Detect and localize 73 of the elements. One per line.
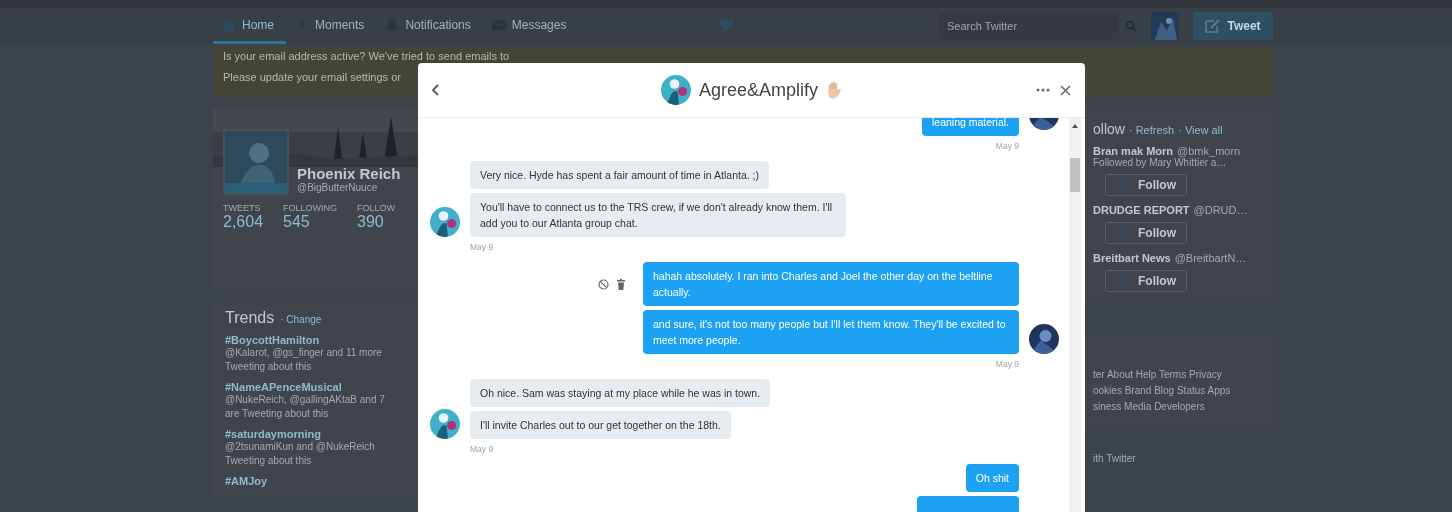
hand-icon — [826, 81, 843, 99]
scroll-up-icon — [1072, 124, 1078, 128]
account-name[interactable]: DRUDGE REPORT — [1093, 204, 1190, 216]
banner-text: Is your email address active? We've tried to send emails to — [223, 49, 510, 64]
stat-value[interactable]: 390 — [357, 213, 396, 231]
message-date: May 9 — [469, 444, 495, 454]
person-plus-icon — [1116, 179, 1132, 191]
close-icon[interactable] — [1060, 84, 1071, 96]
account-name[interactable]: Breitbart News — [1093, 252, 1171, 264]
profile-handle[interactable]: @BigButterNuuce — [297, 182, 401, 193]
stat-value[interactable]: 2,604 — [223, 213, 264, 231]
account-name[interactable]: Bran mak Morn — [1093, 145, 1174, 157]
trend-hashtag[interactable]: #saturdaymorning — [225, 428, 406, 440]
message-bubble: I'll invite Charles out to our get together on the 18th. — [470, 411, 731, 439]
trend-hashtag[interactable]: #AMJoy — [225, 475, 406, 487]
follow-button[interactable]: Follow — [1105, 270, 1187, 292]
who-to-follow-title: ollow — [1093, 121, 1125, 137]
message-bubble: hahah absolutely. I ran into Charles and Joel the other day on the beltline actually. — [643, 262, 1019, 306]
nav-tab[interactable]: Messages — [482, 8, 579, 44]
trend-context: are Tweeting about this — [225, 407, 330, 421]
message-bubble: leaning material. — [921, 118, 1019, 136]
footer-links[interactable]: ookies Brand Blog Status Apps — [1093, 383, 1263, 399]
banner-text: Please update your email settings or — [223, 70, 401, 85]
change-link[interactable]: · Change — [280, 314, 322, 325]
scrollbar[interactable] — [1069, 118, 1081, 512]
trend-hashtag[interactable]: #BoycottHamilton — [225, 334, 406, 346]
message-bubble: Oh shit — [965, 464, 1019, 492]
trend-context: @Kalarot, @gs_finger and 11 more — [225, 346, 383, 360]
footer-links[interactable]: siness Media Developers — [1093, 399, 1263, 415]
trend-context: @NukeReich, @gallingAKtaB and 7 — [225, 393, 386, 407]
account-handle: @BreitbartN… — [1174, 252, 1247, 264]
profile-name[interactable]: Phoenix Reich — [297, 165, 401, 182]
scrollbar-thumb[interactable] — [1070, 158, 1080, 192]
nav-tab[interactable]: Home — [213, 8, 286, 44]
trash-icon[interactable] — [617, 278, 625, 290]
message-bubble: Oh nice. Sam was staying at my place while he was in town. — [470, 379, 771, 407]
message-bubble: You'll have to connect us to the TRS crew, if we don't already know them. I'll add you to our Atlanta group chat. — [470, 193, 846, 237]
trend-context: @2tsunamiKun and @NukeReich — [225, 440, 376, 454]
trend-hashtag[interactable]: #NameAPenceMusical — [225, 381, 406, 393]
followed-by-note: Followed by Mary Whittier a… — [1093, 157, 1227, 168]
tweet-button[interactable]: Tweet — [1193, 12, 1273, 40]
more-icon[interactable] — [1036, 88, 1050, 92]
message-date: May 9 — [469, 242, 495, 252]
conversation-title: Agree&Amplify — [698, 79, 819, 101]
account-handle: @bmk_morn — [1177, 145, 1241, 157]
header-link[interactable]: · Refresh — [1128, 124, 1175, 136]
back-icon[interactable] — [432, 84, 440, 96]
nav-tab[interactable]: Notifications — [376, 8, 483, 44]
message-bubble: Very nice. Hyde has spent a fair amount of time in Atlanta. ;) — [470, 161, 769, 189]
search-icon — [1125, 20, 1137, 32]
message-date: May 9 — [994, 141, 1020, 151]
stat-label: FOLLOWING — [283, 203, 338, 213]
message-date: May 9 — [994, 359, 1020, 369]
home-icon — [221, 16, 237, 33]
stat-label: FOLLOW — [357, 203, 396, 213]
advertise-link[interactable]: ith Twitter — [1083, 453, 1273, 464]
nav-tab[interactable]: Moments — [286, 8, 377, 44]
search-field[interactable]: Search Twitter — [939, 13, 1119, 39]
follow-button[interactable]: Follow — [1105, 174, 1187, 196]
block-icon[interactable] — [598, 278, 609, 290]
account-handle: @DRUD… — [1193, 204, 1248, 216]
trend-context: Tweeting about this — [225, 360, 313, 374]
follow-button[interactable]: Follow — [1105, 222, 1187, 244]
person-plus-icon — [1116, 227, 1132, 239]
stat-label: TWEETS — [223, 203, 262, 213]
person-plus-icon — [1116, 275, 1132, 287]
trend-context: Tweeting about this — [225, 454, 313, 468]
header-link[interactable]: · View all — [1178, 124, 1223, 136]
compose-icon — [1205, 19, 1222, 33]
stat-value[interactable]: 545 — [283, 213, 338, 231]
trends-title: Trends — [225, 309, 275, 326]
message-bubble: and sure, it's not too many people but I'll let them know. They'll be excited to meet more people. — [643, 310, 1019, 354]
footer-links[interactable]: ter About Help Terms Privacy — [1093, 367, 1263, 383]
